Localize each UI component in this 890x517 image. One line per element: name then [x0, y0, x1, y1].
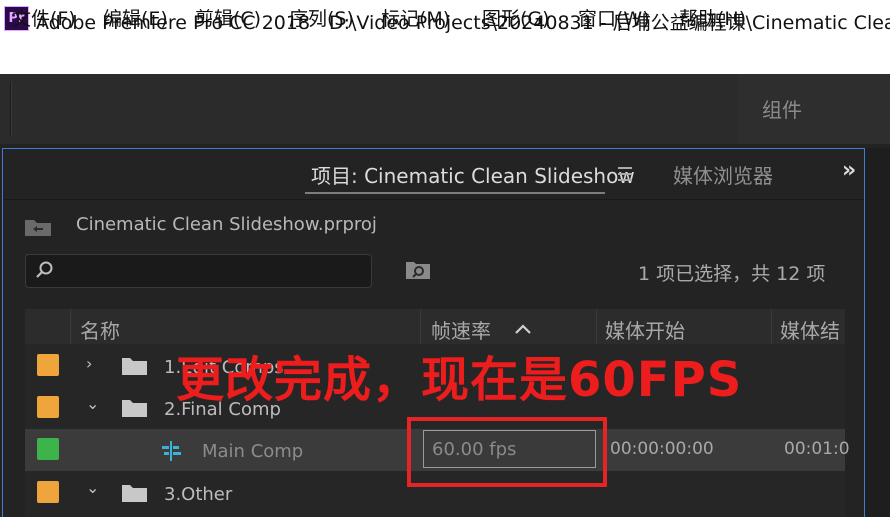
column-divider[interactable]	[420, 309, 421, 344]
chevron-down-icon[interactable]: ⌄	[86, 478, 99, 497]
tab-project[interactable]: 项目: Cinematic Clean Slideshow	[311, 160, 635, 189]
bin-folder-icon	[122, 358, 147, 375]
sequence-name: Main Comp	[202, 441, 304, 462]
adjacent-panel-strip	[865, 148, 890, 517]
label-color-swatch[interactable]	[37, 481, 59, 503]
find-in-bin-icon[interactable]	[405, 260, 431, 280]
menu-edit[interactable]: 编辑(E)	[103, 4, 168, 31]
chevron-right-icon[interactable]: ›	[86, 354, 92, 373]
workspace-tab-bg	[738, 74, 890, 144]
menu-bar	[0, 40, 890, 75]
column-divider[interactable]	[70, 309, 71, 344]
chevron-down-icon[interactable]: ⌄	[86, 394, 99, 413]
bin-name: 3.Other	[164, 484, 233, 505]
column-divider[interactable]	[771, 309, 772, 344]
column-header-name[interactable]: 名称	[80, 315, 120, 344]
annotation-text: 更改完成，现在是60FPS	[176, 352, 743, 408]
label-color-swatch[interactable]	[37, 396, 59, 418]
tab-active-underline	[305, 192, 605, 194]
project-file-name: Cinematic Clean Slideshow.prproj	[76, 214, 377, 235]
panel-menu-icon[interactable]	[618, 167, 632, 185]
label-color-swatch[interactable]	[37, 354, 59, 376]
menu-graphics[interactable]: 图形(G)	[482, 4, 550, 31]
search-input[interactable]	[25, 254, 372, 288]
menu-sequence[interactable]: 序列(S)	[289, 4, 354, 31]
column-header-media-end[interactable]: 媒体结	[780, 315, 840, 344]
workspace-tab-assembly[interactable]: 组件	[762, 94, 802, 123]
panel-overflow-icon[interactable]: »	[842, 158, 856, 183]
menu-markers[interactable]: 标记(M)	[381, 4, 450, 31]
folder-up-icon[interactable]	[24, 217, 52, 237]
menu-help[interactable]: 帮助(H)	[679, 4, 746, 31]
media-start-value: 00:00:00:00	[610, 439, 714, 459]
menu-file[interactable]: 文件(F)	[12, 4, 76, 31]
selection-status: 1 项已选择，共 12 项	[638, 263, 826, 285]
column-divider[interactable]	[596, 309, 597, 344]
sort-ascending-icon[interactable]	[515, 324, 531, 334]
highlight-box	[407, 417, 607, 487]
bin-folder-icon	[122, 400, 147, 417]
menu-clip[interactable]: 剪辑(C)	[195, 4, 261, 31]
workspace-divider	[10, 82, 12, 136]
sequence-icon	[162, 441, 181, 461]
menu-window[interactable]: 窗口(W)	[578, 4, 650, 31]
bin-folder-icon	[122, 485, 147, 502]
search-icon	[36, 261, 53, 278]
label-color-swatch[interactable]	[37, 438, 59, 460]
tab-media-browser[interactable]: 媒体浏览器	[673, 160, 773, 189]
media-end-value: 00:01:0	[784, 439, 850, 459]
